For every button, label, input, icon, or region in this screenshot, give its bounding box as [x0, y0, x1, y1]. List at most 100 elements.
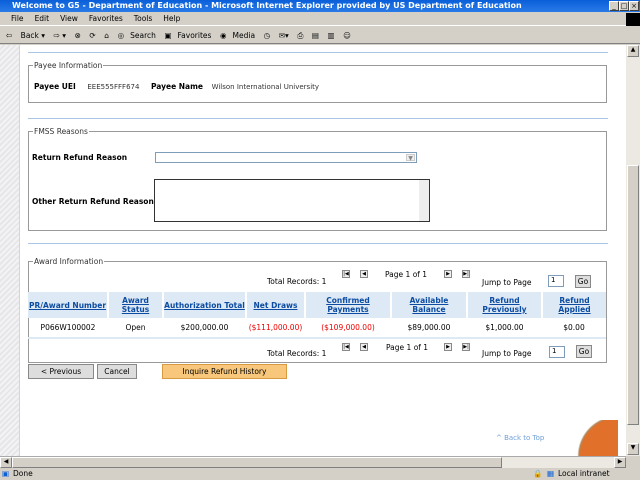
col-available-balance[interactable]: Available Balance: [391, 292, 468, 318]
home-icon[interactable]: ⌂: [104, 31, 109, 40]
cell-refund-applied: $0.00: [542, 318, 606, 339]
col-authorization-total[interactable]: Authorization Total: [163, 292, 247, 318]
payee-information-section: Payee Information Payee UEI EEE555FFF674…: [28, 61, 607, 103]
jump-to-page-label-bottom: Jump to Page: [482, 349, 532, 358]
title-bar: Welcome to G5 - Department of Education …: [0, 0, 640, 12]
horizontal-scrollbar[interactable]: ◀ ▶: [0, 456, 626, 468]
left-decor-strip: [0, 45, 20, 456]
chevron-down-icon: ▼: [406, 154, 415, 162]
go-button-bottom[interactable]: Go: [576, 345, 592, 358]
scroll-thumb[interactable]: [627, 165, 639, 425]
other-return-refund-reason-label: Other Return Refund Reason: [32, 197, 154, 206]
messenger-icon[interactable]: ☺: [343, 31, 351, 40]
history-icon[interactable]: ◷: [264, 31, 271, 40]
cancel-button[interactable]: Cancel: [97, 364, 137, 379]
windows-logo-icon: [626, 13, 640, 26]
return-refund-reason-label: Return Refund Reason: [32, 153, 128, 162]
payee-name-label: Payee Name: [150, 82, 204, 91]
ie-page-icon: ▣: [2, 469, 10, 478]
return-refund-reason-select[interactable]: ▼: [155, 152, 417, 163]
first-page-icon[interactable]: |◀: [342, 343, 350, 351]
menu-help[interactable]: Help: [163, 14, 180, 23]
hscroll-thumb[interactable]: [12, 457, 502, 468]
award-table: PR/Award Number Award Status Authorizati…: [28, 292, 606, 339]
edit-icon[interactable]: ▤: [312, 31, 319, 40]
cell-award-number: P066W100002: [28, 318, 108, 339]
menu-bar: File Edit View Favorites Tools Help: [0, 12, 640, 26]
jump-to-page-label: Jump to Page: [482, 278, 532, 287]
jump-to-page-input[interactable]: 1: [548, 275, 564, 287]
other-return-refund-reason-textarea[interactable]: [154, 179, 430, 222]
cell-award-status: Open: [108, 318, 163, 339]
menu-edit[interactable]: Edit: [35, 14, 50, 23]
back-button[interactable]: ⇦ Back ▾: [6, 31, 45, 40]
previous-button[interactable]: < Previous: [28, 364, 94, 379]
menu-file[interactable]: File: [11, 14, 24, 23]
total-records-bottom: Total Records: 1: [267, 349, 327, 358]
section-legend: Award Information: [34, 257, 104, 266]
cell-authorization-total: $200,000.00: [163, 318, 246, 339]
print-icon[interactable]: ⎙: [297, 31, 303, 40]
divider: [28, 118, 608, 119]
col-pr-award-number[interactable]: PR/Award Number: [28, 292, 109, 318]
scroll-left-icon[interactable]: ◀: [0, 457, 12, 468]
col-confirmed-payments[interactable]: Confirmed Payments: [305, 292, 392, 318]
section-legend: Payee Information: [34, 61, 103, 70]
last-page-icon[interactable]: ▶|: [462, 343, 470, 351]
stop-icon[interactable]: ⊗: [75, 31, 81, 40]
prev-page-icon[interactable]: ◀: [360, 343, 368, 351]
window-title: Welcome to G5 - Department of Education …: [12, 1, 522, 10]
next-page-icon[interactable]: ▶: [444, 343, 452, 351]
lock-icon: 🔒: [533, 469, 543, 478]
col-refund-applied[interactable]: Refund Applied: [542, 292, 606, 318]
inquire-refund-history-button[interactable]: Inquire Refund History: [162, 364, 287, 379]
back-to-top-link[interactable]: ^ Back to Top: [496, 434, 544, 442]
divider: [28, 243, 608, 244]
page-indicator-bottom: Page 1 of 1: [386, 343, 429, 352]
payee-name-value: Wilson International University: [211, 83, 320, 91]
menu-tools[interactable]: Tools: [134, 14, 152, 23]
maximize-button[interactable]: □: [619, 1, 629, 11]
refresh-icon[interactable]: ⟳: [89, 31, 95, 40]
vertical-scrollbar[interactable]: ▲ ▼: [626, 45, 640, 456]
classroom-chairs-image: [552, 420, 618, 456]
search-button[interactable]: ◎ Search: [118, 31, 156, 40]
col-refund-previously[interactable]: Refund Previously: [467, 292, 543, 318]
mail-icon[interactable]: ✉▾: [279, 31, 289, 40]
favorites-button[interactable]: ▣ Favorites: [164, 31, 211, 40]
media-button[interactable]: ◉ Media: [220, 31, 255, 40]
next-page-icon[interactable]: ▶: [444, 270, 452, 278]
menu-view[interactable]: View: [60, 14, 78, 23]
menu-favorites[interactable]: Favorites: [89, 14, 123, 23]
page-viewport: Payee Information Payee UEI EEE555FFF674…: [0, 45, 626, 456]
go-button[interactable]: Go: [575, 275, 591, 288]
page-indicator: Page 1 of 1: [385, 270, 428, 279]
total-records: Total Records: 1: [267, 277, 327, 286]
cell-available-balance: $89,000.00: [391, 318, 467, 339]
zone-text: Local intranet: [558, 469, 610, 478]
last-page-icon[interactable]: ▶|: [462, 270, 470, 278]
table-row: P066W100002 Open $200,000.00 ($111,000.0…: [28, 318, 606, 339]
section-legend: FMSS Reasons: [34, 127, 88, 136]
status-text: Done: [13, 469, 33, 478]
scroll-down-icon[interactable]: ▼: [627, 443, 639, 455]
first-page-icon[interactable]: |◀: [342, 270, 350, 278]
payee-uei-value: EEE555FFF674: [87, 83, 140, 91]
table-header-row: PR/Award Number Award Status Authorizati…: [28, 292, 606, 318]
discuss-icon[interactable]: ▥: [328, 31, 335, 40]
col-award-status[interactable]: Award Status: [108, 292, 164, 318]
status-bar: ▣ Done 🔒 ▦ Local intranet: [0, 468, 640, 480]
scroll-right-icon[interactable]: ▶: [614, 457, 626, 468]
minimize-button[interactable]: _: [609, 1, 619, 11]
close-button[interactable]: ×: [629, 1, 639, 11]
scroll-up-icon[interactable]: ▲: [627, 45, 639, 57]
textarea-scrollbar[interactable]: [419, 180, 429, 221]
jump-to-page-input-bottom[interactable]: 1: [549, 346, 565, 358]
divider: [28, 52, 608, 53]
forward-button[interactable]: ⇨ ▾: [54, 31, 66, 40]
col-net-draws[interactable]: Net Draws: [246, 292, 306, 318]
cell-confirmed-payments: ($109,000.00): [305, 318, 391, 339]
prev-page-icon[interactable]: ◀: [360, 270, 368, 278]
fmss-reasons-section: FMSS Reasons Return Refund Reason ▼ Othe…: [28, 127, 607, 231]
cell-refund-previously: $1,000.00: [467, 318, 542, 339]
